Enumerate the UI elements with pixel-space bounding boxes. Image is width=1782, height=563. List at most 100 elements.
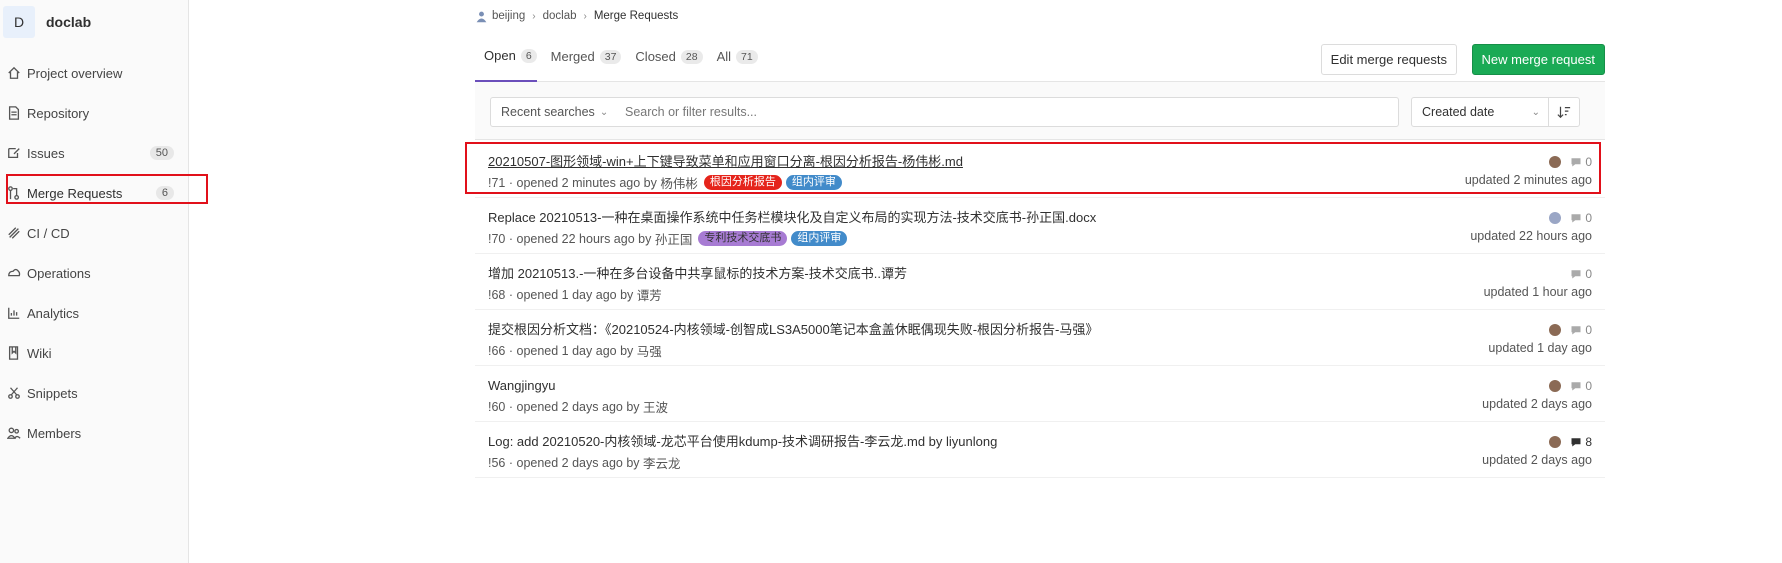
label-badge[interactable]: 根因分析报告	[703, 175, 782, 190]
assignee-avatar[interactable]	[1549, 212, 1562, 224]
merge-request-row[interactable]: Log: add 20210520-内核领域-龙芯平台使用kdump-技术调研报…	[475, 422, 1605, 478]
author-link[interactable]: 马强	[637, 341, 662, 360]
comments-number: 0	[1585, 323, 1592, 337]
comments-number: 0	[1585, 267, 1592, 281]
merge-request-row[interactable]: Wangjingyu !60 · opened 2 days ago by 王波…	[475, 366, 1605, 422]
tab-count-badge: 71	[736, 49, 758, 64]
sidebar-item-issues[interactable]: Issues 50	[0, 133, 188, 173]
chart-icon	[6, 305, 22, 321]
issues-count-badge: 50	[149, 146, 174, 160]
tab-all[interactable]: All 71	[717, 32, 758, 82]
label-badge[interactable]: 组内评审	[785, 175, 842, 190]
comments-count[interactable]: 0	[1570, 323, 1592, 337]
label-badge[interactable]: 组内评审	[791, 231, 848, 246]
updated-text: updated 1 day ago	[1488, 341, 1592, 355]
tab-label: All	[716, 49, 732, 64]
merge-request-meta: !70 · opened 22 hours ago by 孙正国 专利技术交底书…	[488, 229, 1592, 248]
merge-request-ref[interactable]: !60	[488, 400, 505, 414]
merge-request-status: 0 updated 2 minutes ago	[1465, 154, 1592, 187]
chevron-right-icon: ›	[532, 10, 536, 22]
merge-request-meta: !60 · opened 2 days ago by 王波	[488, 397, 1592, 416]
comments-count[interactable]: 8	[1570, 435, 1592, 449]
merge-request-title[interactable]: 增加 20210513.-一种在多台设备中共享鼠标的技术方案-技术交底书..谭芳	[488, 266, 1592, 282]
label-badge[interactable]: 专利技术交底书	[698, 231, 788, 246]
opened-text: opened 2 days ago by	[516, 399, 640, 414]
sort-label: Created date	[1422, 105, 1495, 119]
tab-label: Open	[484, 48, 516, 63]
breadcrumb-current[interactable]: Merge Requests	[594, 10, 678, 22]
updated-text: updated 1 hour ago	[1483, 285, 1592, 299]
updated-text: updated 22 hours ago	[1470, 229, 1592, 243]
sidebar-item-wiki[interactable]: Wiki	[0, 333, 188, 373]
project-avatar: D	[3, 6, 35, 38]
sidebar-item-repository[interactable]: Repository	[0, 93, 188, 133]
assignee-avatar[interactable]	[1549, 436, 1562, 448]
merge-request-status: 0 updated 1 day ago	[1488, 322, 1592, 355]
comments-count[interactable]: 0	[1570, 379, 1592, 393]
merge-request-ref[interactable]: !66	[488, 344, 505, 358]
book-icon	[6, 345, 22, 361]
sort-direction-button[interactable]	[1548, 97, 1580, 127]
opened-text: opened 1 day ago by	[516, 287, 634, 302]
sidebar-item-label: Members	[27, 425, 82, 441]
author-link[interactable]: 孙正国	[655, 229, 693, 248]
author-link[interactable]: 王波	[643, 397, 668, 416]
new-merge-request-button[interactable]: New merge request	[1471, 44, 1605, 75]
merge-request-title[interactable]: 20210507-图形领域-win+上下键导致菜单和应用窗口分离-根因分析报告-…	[488, 154, 1592, 170]
comments-count[interactable]: 0	[1570, 267, 1592, 281]
merge-request-status: 0 updated 2 days ago	[1482, 378, 1592, 411]
comment-icon	[1571, 270, 1581, 279]
opened-text: opened 2 minutes ago by	[516, 175, 657, 190]
merge-request-title[interactable]: Replace 20210513-一种在桌面操作系统中任务栏模块化及自定义布局的…	[488, 210, 1592, 226]
comments-count[interactable]: 0	[1570, 211, 1592, 225]
sidebar-item-members[interactable]: Members	[0, 413, 188, 453]
author-link[interactable]: 谭芳	[637, 285, 662, 304]
comments-number: 0	[1585, 211, 1592, 225]
project-header[interactable]: D doclab	[0, 0, 188, 44]
comments-number: 8	[1585, 435, 1592, 449]
breadcrumb-project[interactable]: doclab	[543, 10, 577, 22]
chevron-down-icon: ⌄	[1531, 106, 1540, 118]
merge-request-ref[interactable]: !70	[488, 232, 505, 246]
opened-text: opened 22 hours ago by	[516, 231, 652, 246]
assignee-avatar[interactable]	[1549, 380, 1562, 392]
tab-merged[interactable]: Merged 37	[551, 32, 622, 82]
updated-text: updated 2 days ago	[1482, 397, 1592, 411]
merge-request-ref[interactable]: !56	[488, 456, 505, 470]
sort-dropdown[interactable]: Created date ⌄	[1411, 97, 1549, 127]
merge-request-row[interactable]: 20210507-图形领域-win+上下键导致菜单和应用窗口分离-根因分析报告-…	[465, 142, 1605, 198]
project-name[interactable]: doclab	[46, 14, 91, 30]
sidebar-item-project-overview[interactable]: Project overview	[0, 53, 188, 93]
assignee-avatar[interactable]	[1549, 324, 1562, 336]
search-input[interactable]	[613, 97, 1399, 127]
sidebar-item-ci-cd[interactable]: CI / CD	[0, 213, 188, 253]
recent-searches-dropdown[interactable]: Recent searches ⌄	[490, 97, 614, 127]
merge-request-row[interactable]: 提交根因分析文档：《20210524-内核领域-创智成LS3A5000笔记本盒盖…	[475, 310, 1605, 366]
sidebar-item-snippets[interactable]: Snippets	[0, 373, 188, 413]
merge-request-ref[interactable]: !71	[488, 176, 505, 190]
merge-request-row[interactable]: Replace 20210513-一种在桌面操作系统中任务栏模块化及自定义布局的…	[475, 198, 1605, 254]
comment-icon	[1571, 326, 1581, 335]
merge-request-title[interactable]: 提交根因分析文档：《20210524-内核领域-创智成LS3A5000笔记本盒盖…	[488, 322, 1592, 338]
comments-count[interactable]: 0	[1570, 155, 1592, 169]
tab-open[interactable]: Open 6	[475, 32, 537, 82]
sidebar-nav: Project overview Repository Issues 50 Me…	[0, 53, 188, 453]
assignee-avatar[interactable]	[1549, 156, 1562, 168]
merge-request-row[interactable]: 增加 20210513.-一种在多台设备中共享鼠标的技术方案-技术交底书..谭芳…	[475, 254, 1605, 310]
sidebar-item-label: Operations	[27, 265, 91, 281]
merge-request-title[interactable]: Wangjingyu	[488, 378, 1592, 394]
filter-bar: Recent searches ⌄ Created date ⌄	[475, 82, 1605, 140]
merge-request-meta: !71 · opened 2 minutes ago by 杨伟彬 根因分析报告…	[488, 173, 1592, 192]
merge-request-ref[interactable]: !68	[488, 288, 505, 302]
sidebar-item-merge-requests[interactable]: Merge Requests 6	[0, 173, 188, 213]
merge-request-title[interactable]: Log: add 20210520-内核领域-龙芯平台使用kdump-技术调研报…	[488, 434, 1592, 450]
breadcrumb-group[interactable]: beijing	[492, 10, 525, 22]
sidebar-item-operations[interactable]: Operations	[0, 253, 188, 293]
tab-closed[interactable]: Closed 28	[635, 32, 703, 82]
sidebar: D doclab Project overview Repository Iss…	[0, 0, 189, 563]
users-icon	[6, 425, 22, 441]
sidebar-item-analytics[interactable]: Analytics	[0, 293, 188, 333]
edit-merge-requests-button[interactable]: Edit merge requests	[1320, 44, 1457, 75]
author-link[interactable]: 李云龙	[643, 453, 681, 472]
author-link[interactable]: 杨伟彬	[660, 173, 698, 192]
